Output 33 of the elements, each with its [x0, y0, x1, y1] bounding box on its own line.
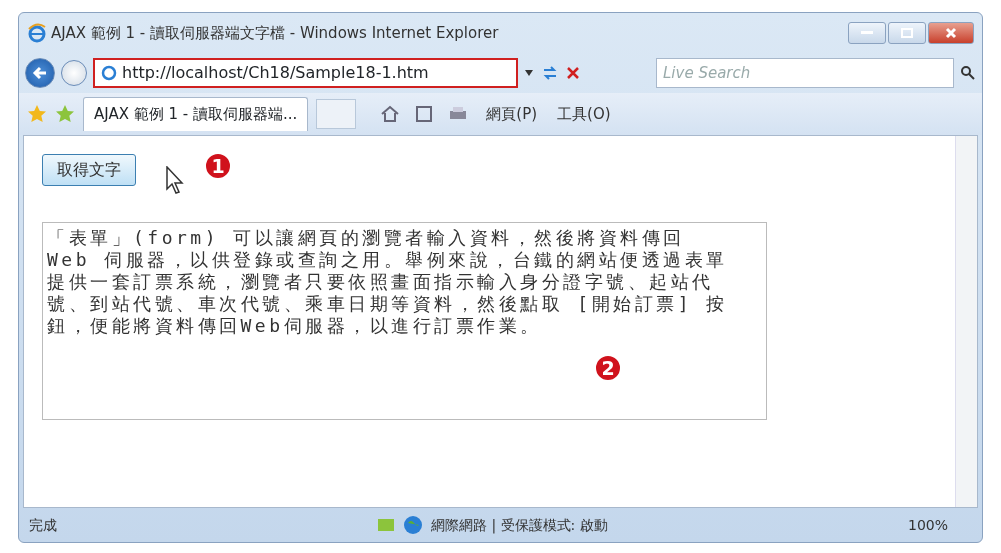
add-favorite-icon[interactable] — [55, 104, 75, 124]
callout-marker: 1 — [204, 152, 232, 180]
search-icon[interactable] — [960, 65, 976, 81]
back-button[interactable] — [25, 58, 55, 88]
toolbar-menu-button[interactable]: 工具(O) — [555, 102, 613, 126]
globe-icon — [403, 515, 423, 535]
window-title: AJAX 範例 1 - 讀取伺服器端文字檔 - Windows Internet Explorer — [51, 22, 499, 44]
address-bar[interactable]: http://localhost/Ch18/Sample18-1.htm — [93, 58, 518, 88]
url-text: http://localhost/Ch18/Sample18-1.htm — [122, 62, 429, 84]
status-icon — [377, 518, 395, 532]
stop-icon[interactable] — [566, 66, 580, 80]
cursor-icon — [166, 166, 186, 194]
home-icon[interactable] — [380, 105, 401, 123]
zone-text: 網際網路 | 受保護模式: 啟動 — [431, 515, 608, 536]
toolbar-menu-button[interactable]: 網頁(P) — [484, 102, 540, 126]
status-text: 完成 — [29, 515, 58, 535]
browser-logo-icon — [27, 23, 47, 43]
printer-icon[interactable] — [448, 106, 469, 122]
zoom-level[interactable]: 100% — [907, 514, 948, 536]
page-icon — [101, 65, 117, 81]
close-button[interactable] — [928, 22, 974, 44]
maximize-icon — [901, 28, 913, 38]
dropdown-icon[interactable] — [524, 69, 534, 77]
search-field[interactable]: Live Search — [656, 58, 954, 88]
close-icon — [945, 27, 957, 39]
forward-button[interactable] — [61, 60, 87, 86]
browser-tab[interactable]: AJAX 範例 1 - 讀取伺服器端... — [83, 97, 309, 131]
back-arrow-icon — [32, 66, 48, 80]
minimize-button[interactable] — [848, 22, 886, 44]
get-text-button[interactable]: 取得文字 — [42, 154, 136, 186]
scrollbar[interactable] — [955, 136, 977, 507]
star-icon[interactable] — [27, 104, 47, 124]
maximize-button[interactable] — [888, 22, 926, 44]
